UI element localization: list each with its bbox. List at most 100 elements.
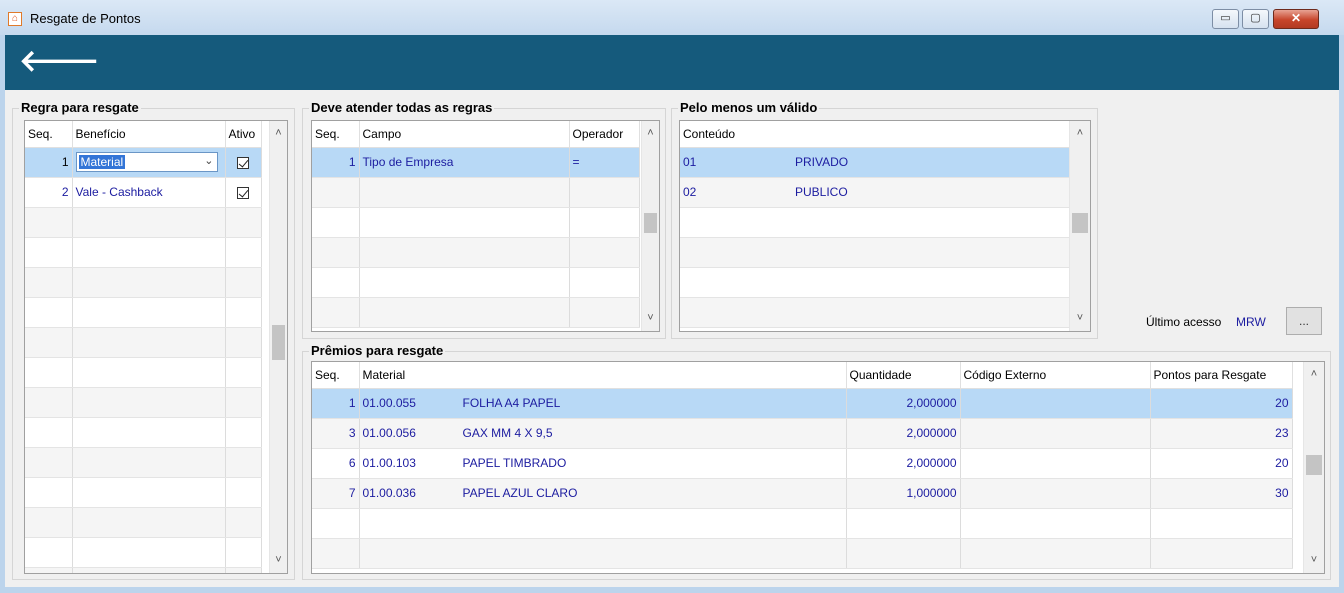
- regra-group: Regra para resgate Seq. Benefício Ativo …: [12, 100, 295, 580]
- premios-group: Prêmios para resgate Seq. Material Quant…: [302, 343, 1331, 580]
- col-header-beneficio[interactable]: Benefício: [72, 121, 226, 148]
- scroll-down-icon[interactable]: ˅: [642, 310, 659, 327]
- scroll-thumb[interactable]: [272, 325, 285, 360]
- ellipsis-button[interactable]: ...: [1286, 307, 1322, 335]
- empty-row: [680, 297, 1071, 328]
- empty-row: [25, 507, 262, 538]
- pelo-scrollbar[interactable]: ˄ ˅: [1069, 121, 1090, 331]
- material-code: 01.00.036: [362, 486, 416, 500]
- content-area: Regra para resgate Seq. Benefício Ativo …: [5, 90, 1339, 587]
- col-header-material[interactable]: Material: [359, 362, 847, 389]
- codigo-externo-cell: [960, 388, 1151, 419]
- table-row[interactable]: 02 PUBLICO: [680, 177, 1071, 208]
- scroll-down-icon[interactable]: ˅: [1070, 310, 1090, 327]
- col-header-ativo[interactable]: Ativo: [225, 121, 262, 148]
- scroll-up-icon[interactable]: ˄: [642, 125, 659, 142]
- table-row[interactable]: 2 Vale - Cashback: [25, 177, 262, 208]
- maximize-icon: ▢: [1250, 12, 1261, 24]
- window-title: Resgate de Pontos: [30, 11, 141, 26]
- empty-row: [25, 297, 262, 328]
- empty-row: [312, 508, 1293, 539]
- dropdown-value: Material: [78, 155, 126, 169]
- col-header-seq[interactable]: Seq.: [25, 121, 73, 148]
- quantidade-cell: 2,000000: [846, 448, 961, 479]
- col-header-pontos[interactable]: Pontos para Resgate: [1150, 362, 1293, 389]
- empty-row: [25, 237, 262, 268]
- empty-row: [25, 327, 262, 358]
- quantidade-cell: 2,000000: [846, 388, 961, 419]
- empty-row: [312, 297, 640, 328]
- seq-cell: 1: [312, 388, 360, 419]
- seq-cell: 1: [312, 147, 360, 178]
- col-header-seq[interactable]: Seq.: [312, 121, 360, 148]
- scroll-thumb[interactable]: [644, 213, 657, 233]
- regra-group-title: Regra para resgate: [19, 100, 141, 116]
- last-access-user: MRW: [1236, 315, 1266, 329]
- seq-cell: 7: [312, 478, 360, 509]
- chevron-down-icon[interactable]: ⌄: [204, 154, 213, 167]
- material-cell: 01.00.055 FOLHA A4 PAPEL: [359, 388, 847, 419]
- operador-cell: =: [569, 147, 640, 178]
- close-icon: ✕: [1290, 11, 1302, 25]
- pontos-cell: 20: [1150, 448, 1293, 479]
- premios-scrollbar[interactable]: ˄ ˅: [1303, 362, 1324, 573]
- scroll-thumb[interactable]: [1306, 455, 1322, 475]
- app-icon: ⌂: [8, 12, 22, 26]
- empty-row: [312, 207, 640, 238]
- scroll-thumb[interactable]: [1072, 213, 1088, 233]
- col-header-conteudo[interactable]: Conteúdo: [680, 121, 1071, 148]
- col-header-seq[interactable]: Seq.: [312, 362, 360, 389]
- quantidade-cell: 1,000000: [846, 478, 961, 509]
- table-row[interactable]: 1 01.00.055 FOLHA A4 PAPEL 2,000000 20: [312, 388, 1293, 419]
- col-header-quantidade[interactable]: Quantidade: [846, 362, 961, 389]
- close-button[interactable]: ✕: [1273, 9, 1319, 29]
- ativo-checkbox[interactable]: [237, 156, 249, 169]
- empty-row: [680, 237, 1071, 268]
- scroll-up-icon[interactable]: ˄: [270, 125, 287, 142]
- col-header-campo[interactable]: Campo: [359, 121, 570, 148]
- premios-grid[interactable]: Seq. Material Quantidade Código Externo …: [311, 361, 1325, 574]
- table-row[interactable]: 3 01.00.056 GAX MM 4 X 9,5 2,000000 23: [312, 418, 1293, 449]
- empty-row: [25, 477, 262, 508]
- table-row[interactable]: 1 Material ⌄: [25, 147, 262, 178]
- table-row[interactable]: 6 01.00.103 PAPEL TIMBRADO 2,000000 20: [312, 448, 1293, 479]
- beneficio-dropdown[interactable]: Material ⌄: [75, 152, 218, 172]
- descricao-cell: PRIVADO: [792, 147, 1071, 178]
- back-arrow-icon[interactable]: 🡐: [19, 47, 99, 77]
- deve-scrollbar[interactable]: ˄ ˅: [641, 121, 659, 331]
- col-header-codigo-externo[interactable]: Código Externo: [960, 362, 1151, 389]
- beneficio-cell[interactable]: Material ⌄: [72, 147, 226, 178]
- beneficio-cell: Vale - Cashback: [72, 177, 226, 208]
- material-code: 01.00.055: [362, 396, 416, 410]
- ativo-checkbox[interactable]: [237, 186, 249, 199]
- regra-scrollbar[interactable]: ˄ ˅: [269, 121, 287, 573]
- empty-row: [25, 267, 262, 298]
- scroll-up-icon[interactable]: ˄: [1304, 366, 1324, 383]
- material-cell: 01.00.036 PAPEL AZUL CLARO: [359, 478, 847, 509]
- material-description: PAPEL TIMBRADO: [462, 456, 567, 470]
- codigo-cell: 02: [680, 177, 792, 208]
- col-header-operador[interactable]: Operador: [569, 121, 640, 148]
- seq-cell: 3: [312, 418, 360, 449]
- material-cell: 01.00.103 PAPEL TIMBRADO: [359, 448, 847, 479]
- ativo-cell[interactable]: [225, 177, 262, 208]
- deve-group: Deve atender todas as regras Seq. Campo …: [302, 100, 666, 339]
- minimize-icon: ▭: [1220, 12, 1231, 24]
- material-description: PAPEL AZUL CLARO: [462, 486, 578, 500]
- last-access-label: Último acesso: [1146, 315, 1222, 329]
- pelo-grid[interactable]: Conteúdo 01 PRIVADO 02 PUBLICO ˄ ˅: [679, 120, 1091, 332]
- maximize-button[interactable]: ▢: [1242, 9, 1269, 29]
- regra-grid[interactable]: Seq. Benefício Ativo 1 Material ⌄ 2 Vale…: [24, 120, 288, 574]
- scroll-down-icon[interactable]: ˅: [1304, 552, 1324, 569]
- table-row[interactable]: 01 PRIVADO: [680, 147, 1071, 178]
- pontos-cell: 20: [1150, 388, 1293, 419]
- empty-row: [25, 447, 262, 478]
- table-row[interactable]: 1 Tipo de Empresa =: [312, 147, 640, 178]
- deve-grid[interactable]: Seq. Campo Operador 1 Tipo de Empresa =: [311, 120, 660, 332]
- scroll-up-icon[interactable]: ˄: [1070, 125, 1090, 142]
- scroll-down-icon[interactable]: ˅: [270, 552, 287, 569]
- minimize-button[interactable]: ▭: [1212, 9, 1239, 29]
- codigo-externo-cell: [960, 478, 1151, 509]
- ativo-cell[interactable]: [225, 147, 262, 178]
- table-row[interactable]: 7 01.00.036 PAPEL AZUL CLARO 1,000000 30: [312, 478, 1293, 509]
